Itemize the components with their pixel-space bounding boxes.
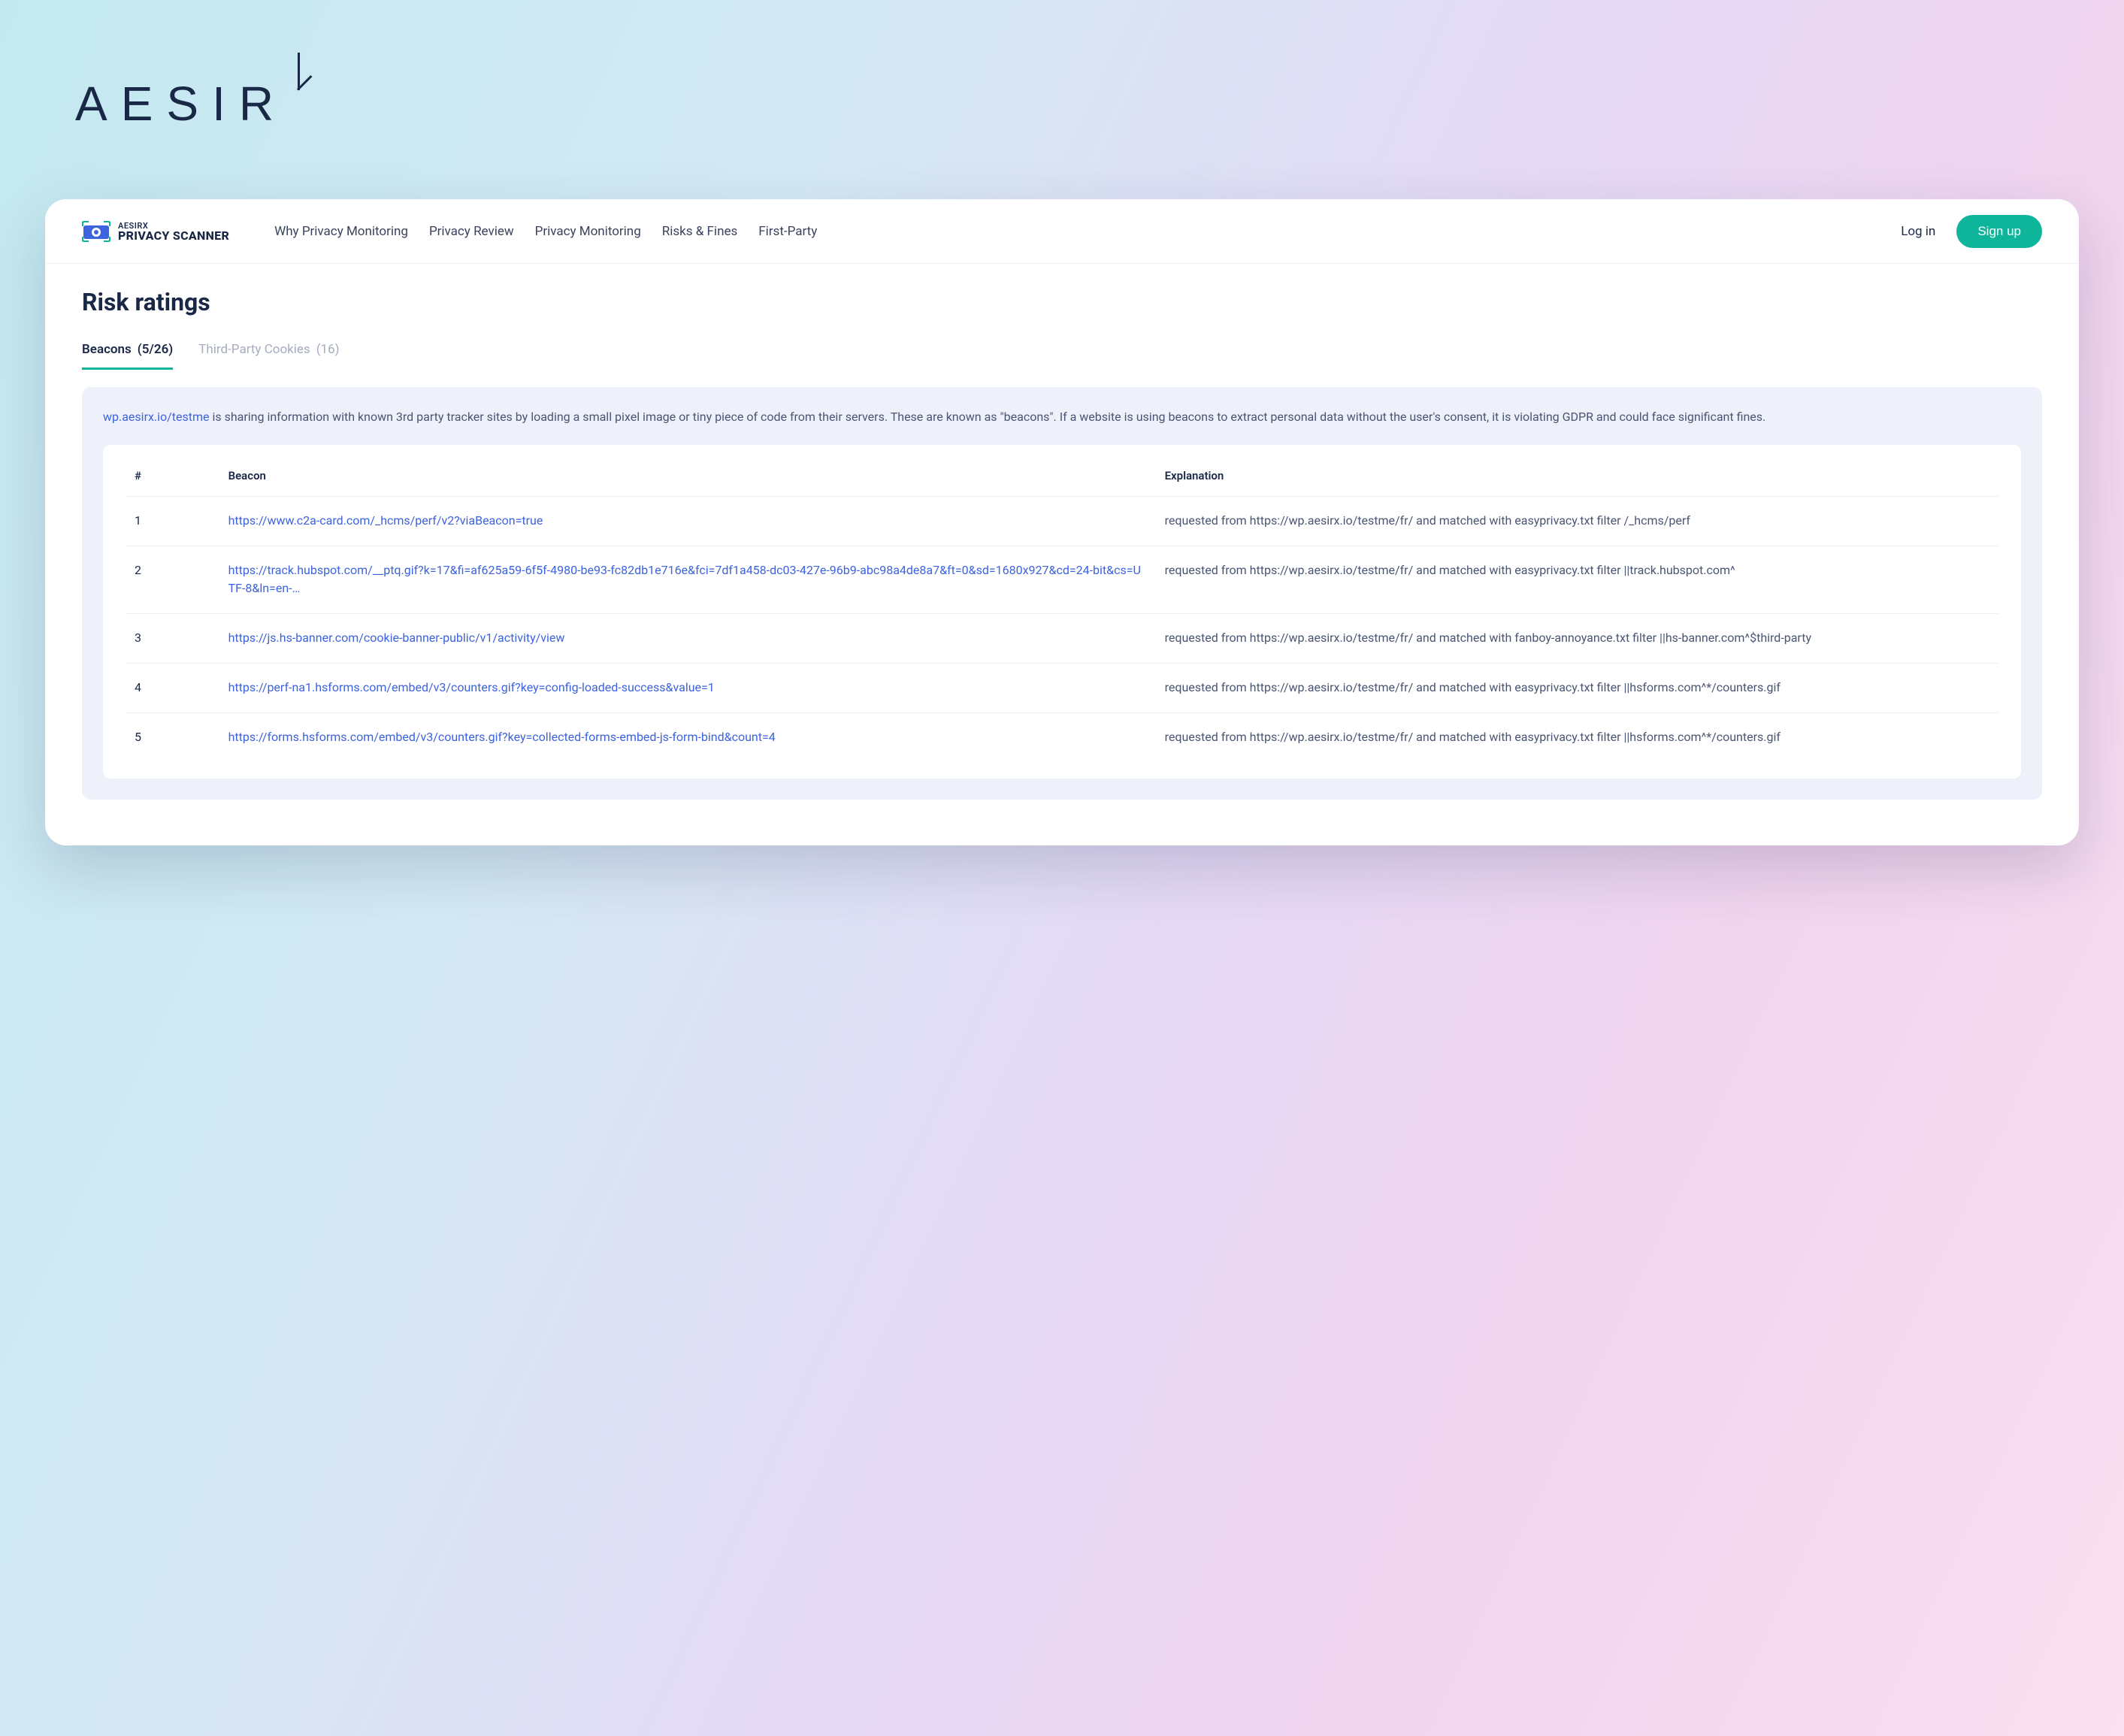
- beacon-link[interactable]: https://www.c2a-card.com/_hcms/perf/v2?v…: [228, 513, 543, 528]
- beacon-link[interactable]: https://forms.hsforms.com/embed/v3/count…: [228, 730, 776, 744]
- content: Risk ratings Beacons (5/26) Third-Party …: [46, 264, 2078, 845]
- tab-beacons[interactable]: Beacons (5/26): [82, 336, 173, 370]
- signup-button[interactable]: Sign up: [1956, 215, 2042, 248]
- auth-block: Log in Sign up: [1901, 215, 2042, 248]
- table-row: 4 https://perf-na1.hsforms.com/embed/v3/…: [126, 663, 1998, 712]
- row-index: 5: [126, 712, 219, 761]
- row-index: 3: [126, 614, 219, 664]
- tab-beacons-label: Beacons: [82, 342, 132, 357]
- row-explanation: requested from https://wp.aesirx.io/test…: [1156, 546, 1998, 614]
- privacy-scanner-icon: [82, 221, 110, 242]
- nav-privacy-review[interactable]: Privacy Review: [429, 224, 514, 239]
- beacons-table: # Beacon Explanation 1 https://www.c2a-c…: [126, 461, 1998, 762]
- nav-risks-fines[interactable]: Risks & Fines: [662, 224, 738, 239]
- tab-beacons-count: (5/26): [138, 342, 173, 357]
- tab-tpc-count: (16): [316, 342, 340, 357]
- aesirx-watermark-text: AESIR: [75, 76, 287, 132]
- panel: wp.aesirx.io/testme is sharing informati…: [82, 387, 2042, 800]
- main-nav: Why Privacy Monitoring Privacy Review Pr…: [274, 224, 1878, 239]
- aesirx-watermark-logo: AESIR: [75, 75, 2079, 132]
- topbar: AESIRX PRIVACY SCANNER Why Privacy Monit…: [46, 200, 2078, 264]
- intro-domain-link[interactable]: wp.aesirx.io/testme: [103, 410, 209, 424]
- row-explanation: requested from https://wp.aesirx.io/test…: [1156, 663, 1998, 712]
- brand-line2: PRIVACY SCANNER: [118, 230, 229, 242]
- table-row: 2 https://track.hubspot.com/__ptq.gif?k=…: [126, 546, 1998, 614]
- nav-first-party[interactable]: First-Party: [758, 224, 817, 239]
- row-explanation: requested from https://wp.aesirx.io/test…: [1156, 712, 1998, 761]
- table-row: 3 https://js.hs-banner.com/cookie-banner…: [126, 614, 1998, 664]
- col-header-beacon: Beacon: [219, 461, 1156, 497]
- login-link[interactable]: Log in: [1901, 224, 1935, 239]
- row-index: 2: [126, 546, 219, 614]
- brand-block[interactable]: AESIRX PRIVACY SCANNER: [82, 221, 229, 242]
- tab-third-party-cookies[interactable]: Third-Party Cookies (16): [198, 336, 339, 370]
- row-index: 1: [126, 496, 219, 546]
- beacon-link[interactable]: https://perf-na1.hsforms.com/embed/v3/co…: [228, 680, 715, 694]
- table-row: 5 https://forms.hsforms.com/embed/v3/cou…: [126, 712, 1998, 761]
- col-header-explanation: Explanation: [1156, 461, 1998, 497]
- aesirx-mark-icon: [287, 75, 317, 120]
- beacon-link[interactable]: https://track.hubspot.com/__ptq.gif?k=17…: [228, 563, 1141, 596]
- app-window: AESIRX PRIVACY SCANNER Why Privacy Monit…: [45, 199, 2079, 845]
- tabs: Beacons (5/26) Third-Party Cookies (16): [82, 336, 2042, 370]
- nav-privacy-monitoring[interactable]: Privacy Monitoring: [535, 224, 641, 239]
- intro-text: wp.aesirx.io/testme is sharing informati…: [103, 408, 2021, 427]
- row-index: 4: [126, 663, 219, 712]
- table-row: 1 https://www.c2a-card.com/_hcms/perf/v2…: [126, 496, 1998, 546]
- row-explanation: requested from https://wp.aesirx.io/test…: [1156, 614, 1998, 664]
- col-header-index: #: [126, 461, 219, 497]
- table-card: # Beacon Explanation 1 https://www.c2a-c…: [103, 445, 2021, 779]
- beacon-link[interactable]: https://js.hs-banner.com/cookie-banner-p…: [228, 631, 565, 645]
- nav-why-privacy-monitoring[interactable]: Why Privacy Monitoring: [274, 224, 408, 239]
- page-title: Risk ratings: [82, 288, 2042, 316]
- tab-tpc-label: Third-Party Cookies: [198, 342, 310, 357]
- row-explanation: requested from https://wp.aesirx.io/test…: [1156, 496, 1998, 546]
- intro-body: is sharing information with known 3rd pa…: [209, 410, 1765, 424]
